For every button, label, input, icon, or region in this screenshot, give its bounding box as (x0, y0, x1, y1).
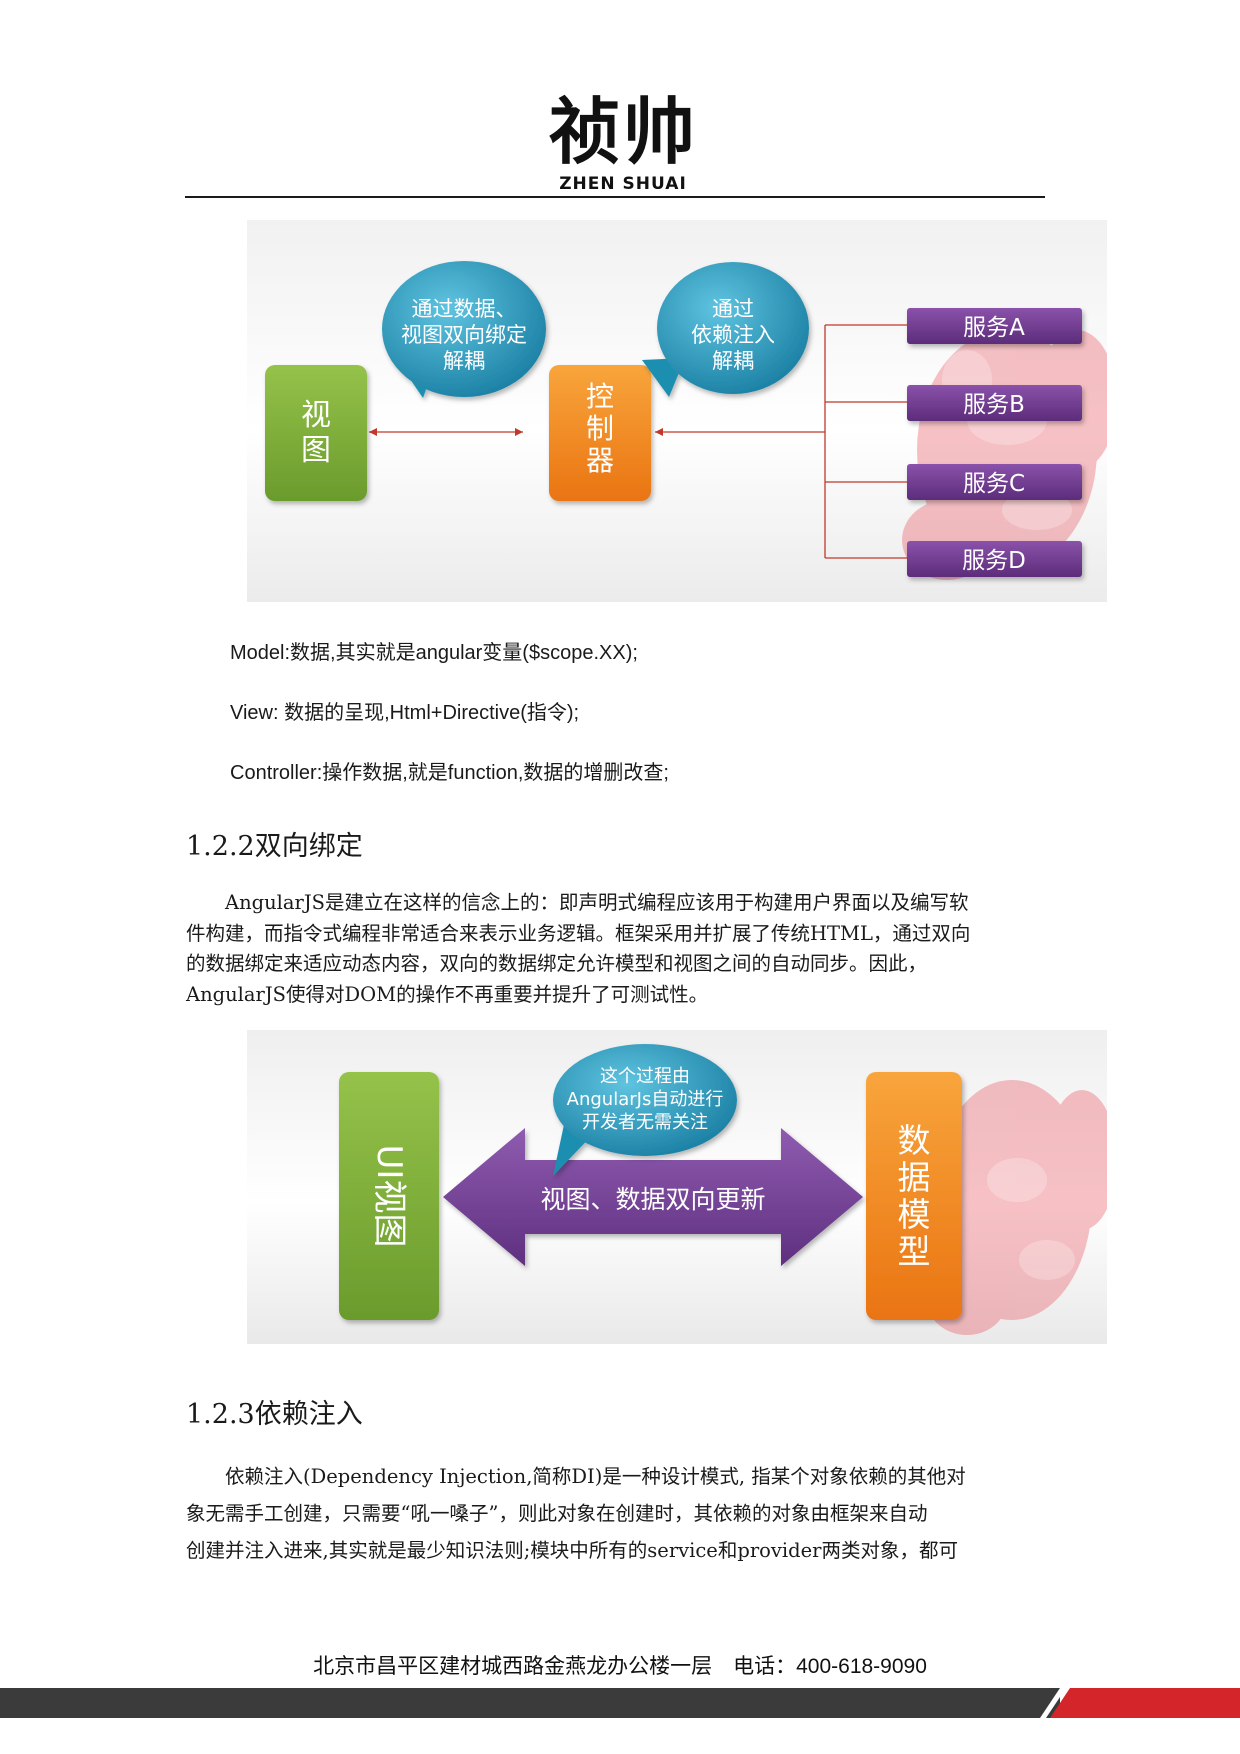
service-d-node: 服务D (907, 541, 1082, 577)
paragraph-line: 创建并注入进来,其实就是最少知识法则;模块中所有的service和provide… (186, 1539, 958, 1562)
paragraph-line: 依赖注入(Dependency Injection,简称DI)是一种设计模式, … (186, 1465, 966, 1488)
view-label: 视图 (301, 398, 331, 468)
company-logo: 祯帅 ZHEN SHUAI (548, 92, 698, 194)
service-d-label: 服务D (962, 548, 1026, 574)
service-b-node: 服务B (907, 385, 1082, 421)
service-a-label: 服务A (963, 315, 1025, 341)
paragraph-line: AngularJS使得对DOM的操作不再重要并提升了可测试性。 (186, 982, 709, 1006)
controller-label: 控制器 (586, 380, 614, 477)
service-c-label: 服务C (963, 471, 1025, 497)
service-c-node: 服务C (907, 464, 1082, 500)
footer-bar (0, 1688, 1240, 1718)
view-description: View: 数据的呈现,Html+Directive(指令); (230, 702, 580, 724)
paragraph-line: 的数据绑定来适应动态内容，双向的数据绑定允许模型和视图之间的自动同步。因此， (186, 952, 928, 975)
paragraph-line: AngularJS是建立在这样的信念上的：即声明式编程应该用于构建用户界面以及编… (186, 891, 969, 914)
logo-english-text: ZHEN SHUAI (559, 174, 687, 194)
service-a-node: 服务A (907, 308, 1082, 344)
arrow-label: 视图、数据双向更新 (540, 1185, 765, 1214)
section-heading-dependency-injection: 1.2.3依赖注入 (186, 1399, 363, 1430)
service-b-label: 服务B (963, 392, 1025, 418)
header-divider (185, 196, 1045, 198)
section-heading-two-way-binding: 1.2.2双向绑定 (186, 831, 363, 862)
ui-view-label: UI视图 (369, 1145, 409, 1248)
logo-chinese-text: 祯帅 (548, 90, 697, 174)
model-description: Model:数据,其实就是angular变量($scope.XX); (230, 642, 638, 664)
two-way-binding-diagram: UI视图 数据模型 视图、数据双向更新 这个过程由 AngularJs自动进行开发… (247, 1030, 1107, 1344)
data-model-label: 数据模型 (898, 1121, 931, 1271)
paragraph-line: 象无需手工创建，只需要“吼一嗓子”，则此对象在创建时，其依赖的对象由框架来自动 (186, 1502, 928, 1525)
two-way-binding-paragraph: AngularJS是建立在这样的信念上的：即声明式编程应该用于构建用户界面以及编… (186, 888, 1046, 1010)
paragraph-line: 件构建，而指令式编程非常适合来表示业务逻辑。框架采用并扩展了传统HTML，通过双… (186, 921, 971, 945)
controller-description: Controller:操作数据,就是function,数据的增删改查; (230, 762, 669, 784)
footer-address: 北京市昌平区建材城西路金燕龙办公楼一层 电话：400-618-9090 (313, 1655, 927, 1678)
mvc-diagram: 视图 控制器 通过数据、视图双向绑定解耦 通过依赖注入解耦 服务A 服务B 服务… (247, 220, 1107, 602)
dependency-injection-paragraph: 依赖注入(Dependency Injection,简称DI)是一种设计模式, … (186, 1458, 1046, 1569)
